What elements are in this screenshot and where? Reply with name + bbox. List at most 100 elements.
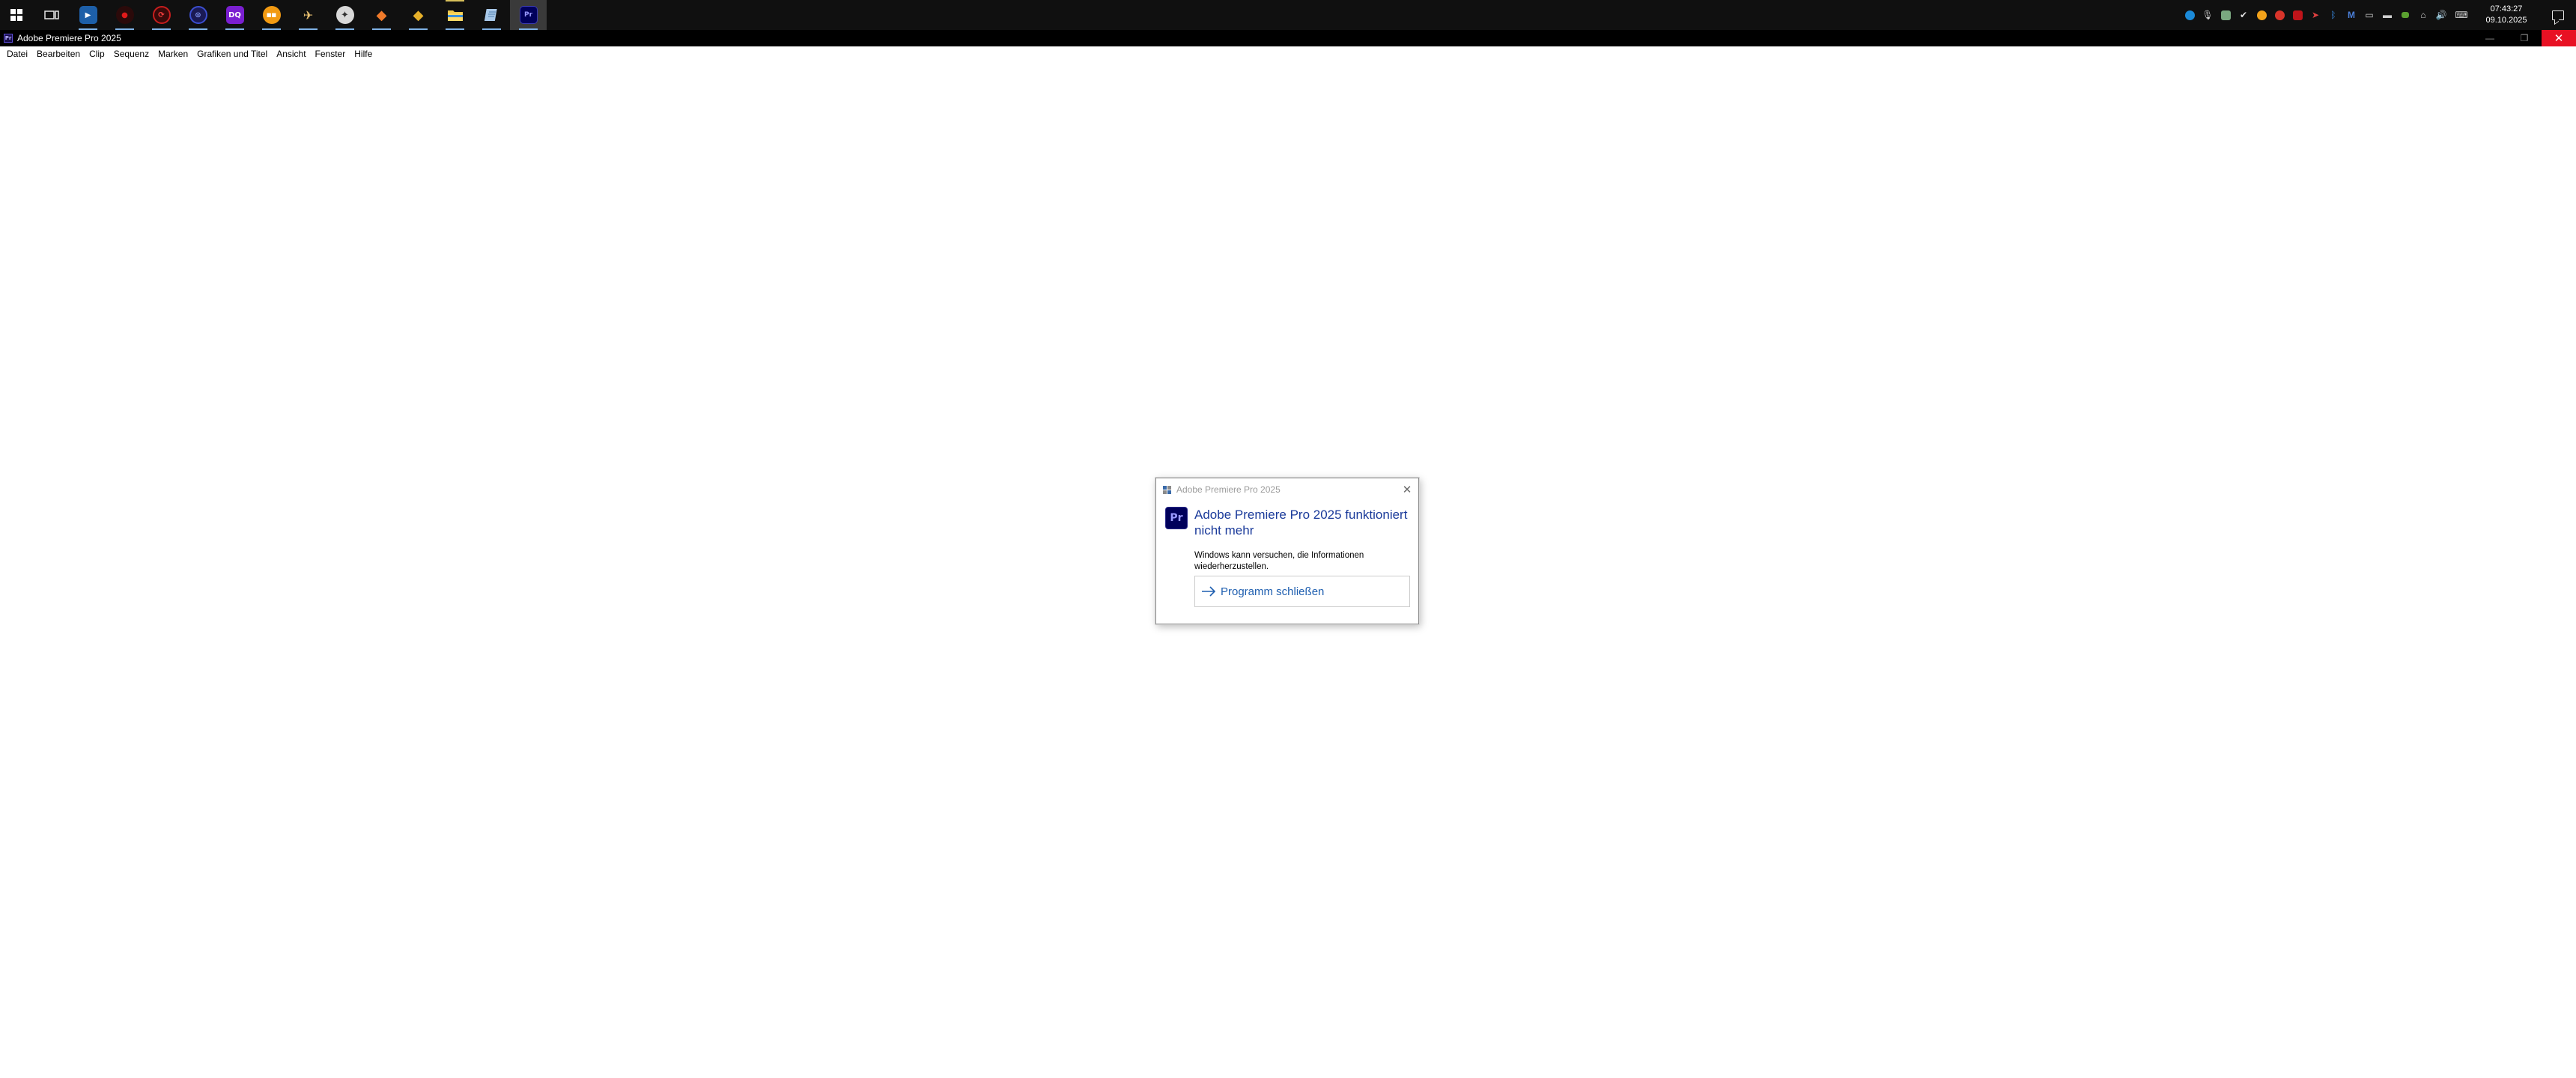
notification-icon xyxy=(2552,10,2564,20)
tray-volume[interactable]: 🔊 xyxy=(2432,0,2450,30)
premiere-badge-icon: Pr xyxy=(1165,507,1188,529)
taskbar: ▶ ● ⟳ ⊙ DQ ■■ ✈ ✦ ◆ ◆ Pr 🎙 ✔ ➤ ᛒ M ▭ ▬ ⌂… xyxy=(0,0,2576,30)
taskbar-app-premiere[interactable]: Pr xyxy=(510,0,547,30)
tray-red-circle[interactable] xyxy=(2270,0,2288,30)
tray-network[interactable]: ⌂ xyxy=(2414,0,2432,30)
menu-hilfe[interactable]: Hilfe xyxy=(350,46,377,61)
menu-ansicht[interactable]: Ansicht xyxy=(272,46,310,61)
close-button[interactable]: ✕ xyxy=(2542,30,2576,46)
check-icon: ✔ xyxy=(2239,10,2248,20)
taskbar-app-file-explorer[interactable] xyxy=(437,0,473,30)
taskbar-app-orange[interactable]: ■■ xyxy=(253,0,290,30)
gold-tool-icon: ◆ xyxy=(413,7,424,23)
cloud-icon xyxy=(2220,10,2231,20)
taskbar-app-recorder[interactable]: ● xyxy=(106,0,143,30)
taskbar-app-gold-tool[interactable]: ◆ xyxy=(400,0,437,30)
menu-fenster[interactable]: Fenster xyxy=(311,46,350,61)
menu-marken[interactable]: Marken xyxy=(154,46,192,61)
start-button[interactable] xyxy=(0,0,33,30)
task-view-button[interactable] xyxy=(33,0,70,30)
taskbar-app-notepad[interactable] xyxy=(473,0,510,30)
taskbar-app-media-player[interactable]: ▶ xyxy=(70,0,106,30)
bluetooth-icon: ᛒ xyxy=(2330,10,2336,20)
menu-grafiken-und-titel[interactable]: Grafiken und Titel xyxy=(192,46,272,61)
dialog-close-button[interactable]: ✕ xyxy=(1401,484,1413,496)
tray-b-app[interactable] xyxy=(2288,0,2306,30)
task-view-icon xyxy=(43,10,59,19)
notepad-icon xyxy=(484,9,497,21)
tray-nvidia[interactable] xyxy=(2396,0,2414,30)
recorder-icon: ● xyxy=(115,6,134,24)
b-app-icon xyxy=(2292,10,2303,20)
tray-battery[interactable]: ▬ xyxy=(2378,0,2396,30)
davinci-icon: ⟳ xyxy=(152,6,171,24)
orange-tool-icon: ◆ xyxy=(376,7,387,23)
taskbar-app-plane[interactable]: ✈ xyxy=(290,0,326,30)
orange-tray-icon xyxy=(2256,10,2267,20)
red-tray-icon xyxy=(2274,10,2285,20)
taskbar-app-stream[interactable]: ✦ xyxy=(326,0,363,30)
red-arrow-icon: ➤ xyxy=(2311,10,2320,20)
arrow-right-icon xyxy=(1202,586,1216,597)
network-icon: ⌂ xyxy=(2420,10,2426,20)
tray-help[interactable] xyxy=(2181,0,2199,30)
microphone-icon: 🎙 xyxy=(2202,10,2214,20)
close-icon: ✕ xyxy=(2554,32,2564,45)
plane-icon: ✈ xyxy=(303,7,314,22)
m-app-icon: M xyxy=(2348,10,2355,20)
stream-icon: ✦ xyxy=(335,6,354,24)
help-icon xyxy=(2184,10,2195,20)
menu-datei[interactable]: Datei xyxy=(2,46,32,61)
dialog-heading: Adobe Premiere Pro 2025 funktioniert nic… xyxy=(1194,508,1408,538)
window-controls: — ❐ ✕ xyxy=(2473,30,2576,46)
taskbar-app-davinci[interactable]: ⟳ xyxy=(143,0,180,30)
system-tray: 🎙 ✔ ➤ ᛒ M ▭ ▬ ⌂ 🔊 ⌨ 07:43:27 09.10.2025 xyxy=(2181,0,2576,30)
taskbar-app-cyberlink[interactable]: ⊙ xyxy=(180,0,216,30)
window-titlebar[interactable]: Pr Adobe Premiere Pro 2025 — ❐ ✕ xyxy=(0,30,2576,46)
close-program-label: Programm schließen xyxy=(1221,585,1325,598)
taskbar-clock[interactable]: 07:43:27 09.10.2025 xyxy=(2473,0,2540,30)
minimize-button[interactable]: — xyxy=(2473,30,2507,46)
tray-red-arrow[interactable]: ➤ xyxy=(2306,0,2324,30)
dialog-close-icon: ✕ xyxy=(1402,484,1412,496)
maximize-button[interactable]: ❐ xyxy=(2507,30,2542,46)
action-center-button[interactable] xyxy=(2540,0,2576,30)
nvidia-icon xyxy=(2402,12,2409,18)
dialog-titlebar[interactable]: Adobe Premiere Pro 2025 ✕ xyxy=(1156,478,1418,501)
dialog-app-icon xyxy=(1163,486,1171,494)
restore-icon: ❐ xyxy=(2520,33,2529,43)
window-title: Adobe Premiere Pro 2025 xyxy=(17,33,121,43)
clock-time: 07:43:27 xyxy=(2490,4,2523,13)
tray-check[interactable]: ✔ xyxy=(2235,0,2253,30)
tray-m-app[interactable]: M xyxy=(2342,0,2360,30)
taskbar-app-orange-tool[interactable]: ◆ xyxy=(363,0,400,30)
taskbar-app-dq[interactable]: DQ xyxy=(216,0,253,30)
clock-date: 09.10.2025 xyxy=(2485,16,2527,25)
keyboard-icon: ⌨ xyxy=(2455,10,2468,20)
monitor-icon: ▭ xyxy=(2365,10,2374,20)
menu-bearbeiten[interactable]: Bearbeiten xyxy=(32,46,85,61)
volume-icon: 🔊 xyxy=(2435,10,2447,20)
dq-icon: DQ xyxy=(225,6,244,24)
dialog-title: Adobe Premiere Pro 2025 xyxy=(1176,484,1281,495)
tray-monitor[interactable]: ▭ xyxy=(2360,0,2378,30)
cyberlink-icon: ⊙ xyxy=(189,6,207,24)
close-program-button[interactable]: Programm schließen xyxy=(1194,576,1410,607)
premiere-icon: Pr xyxy=(519,6,538,24)
tray-bluetooth[interactable]: ᛒ xyxy=(2324,0,2342,30)
menu-sequenz[interactable]: Sequenz xyxy=(109,46,154,61)
dialog-message: Windows kann versuchen, die Informatione… xyxy=(1194,551,1364,571)
tray-keyboard[interactable]: ⌨ xyxy=(2450,0,2473,30)
media-player-icon: ▶ xyxy=(79,6,97,24)
menu-clip[interactable]: Clip xyxy=(85,46,109,61)
tray-cloud[interactable] xyxy=(2217,0,2235,30)
windows-logo-icon xyxy=(10,9,22,21)
tray-mic[interactable]: 🎙 xyxy=(2199,0,2217,30)
folder-icon xyxy=(447,10,463,21)
battery-icon: ▬ xyxy=(2383,10,2392,20)
minimize-icon: — xyxy=(2485,33,2494,43)
premiere-window-icon: Pr xyxy=(4,34,13,43)
menu-bar: Datei Bearbeiten Clip Sequenz Marken Gra… xyxy=(0,46,2576,61)
tray-orange[interactable] xyxy=(2253,0,2270,30)
crash-dialog: Adobe Premiere Pro 2025 ✕ Pr Adobe Premi… xyxy=(1155,478,1419,624)
